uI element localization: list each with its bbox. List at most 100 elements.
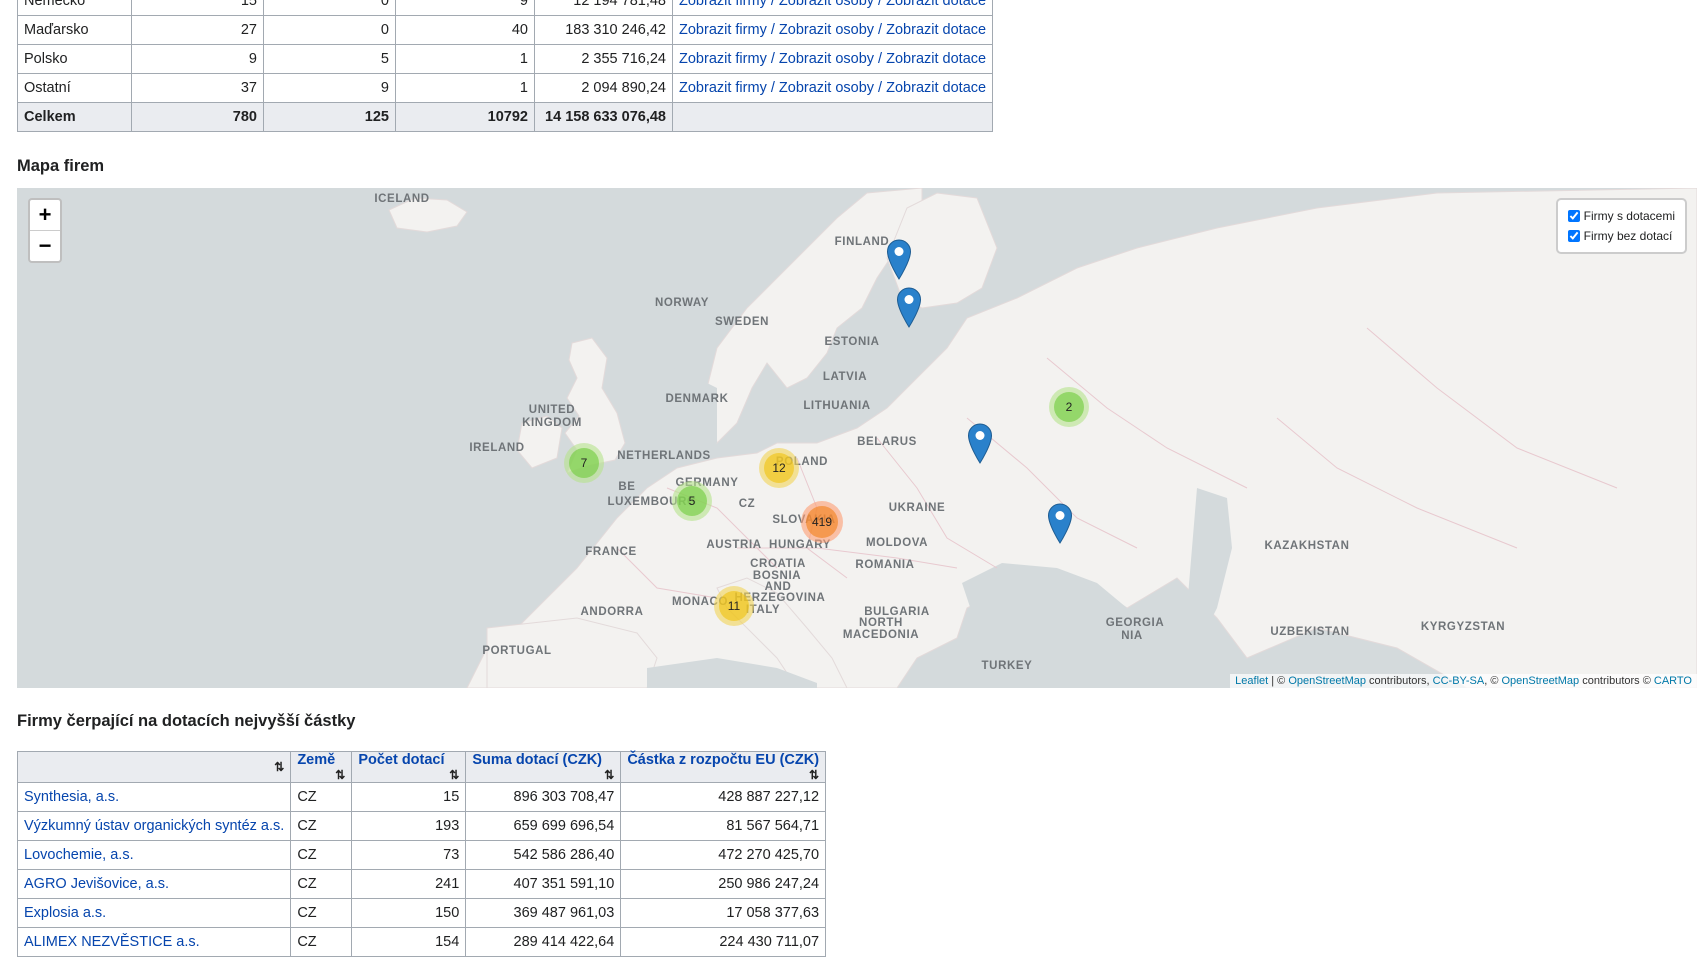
carto-link[interactable]: CARTO bbox=[1654, 675, 1692, 687]
map-attribution: Leaflet | © OpenStreetMap contributors, … bbox=[1230, 674, 1697, 688]
map-country-label: SWEDEN bbox=[714, 316, 770, 328]
count-cell: 73 bbox=[351, 840, 467, 870]
show-subsidies-link[interactable]: Zobrazit dotace bbox=[886, 80, 986, 96]
count-cell: 150 bbox=[351, 898, 467, 928]
zoom-control: + − bbox=[28, 198, 62, 263]
value-cell: 12 194 781,48 bbox=[534, 0, 673, 16]
country-cell: CZ bbox=[290, 927, 353, 957]
value-cell: 9 bbox=[395, 0, 535, 16]
zoom-out-button[interactable]: − bbox=[30, 230, 60, 261]
map-pin-icon[interactable] bbox=[896, 287, 922, 328]
marker-cluster[interactable]: 7 bbox=[564, 443, 604, 483]
map-country-label: BE bbox=[618, 481, 636, 493]
zoom-in-button[interactable]: + bbox=[30, 200, 60, 230]
links-cell: Zobrazit firmy / Zobrazit osoby / Zobraz… bbox=[671, 0, 994, 16]
value-cell: 5 bbox=[263, 44, 396, 74]
value-cell: 0 bbox=[263, 0, 396, 16]
firm-link[interactable]: Výzkumný ústav organických syntéz a.s. bbox=[24, 818, 284, 834]
eu-column-header[interactable]: Částka z rozpočtu EU (CZK) ⇅ bbox=[620, 751, 827, 783]
value-cell: 780 bbox=[131, 102, 264, 132]
map-country-label: NIA bbox=[1121, 630, 1143, 642]
sum-cell: 896 303 708,47 bbox=[465, 782, 622, 812]
firm-link[interactable]: Synthesia, a.s. bbox=[24, 789, 119, 805]
eu-cell: 224 430 711,07 bbox=[620, 927, 827, 957]
license-link[interactable]: CC-BY-SA bbox=[1433, 675, 1485, 687]
attribution-text: contributors, bbox=[1366, 675, 1433, 687]
show-firms-link[interactable]: Zobrazit firmy bbox=[679, 51, 767, 67]
map-pin-icon[interactable] bbox=[967, 423, 993, 464]
table-row: Výzkumný ústav organických syntéz a.s. CZ… bbox=[16, 811, 827, 841]
link-separator: / bbox=[874, 0, 887, 9]
cluster-count: 12 bbox=[764, 453, 794, 483]
show-persons-link[interactable]: Zobrazit osoby bbox=[779, 22, 874, 38]
firm-link[interactable]: AGRO Jevišovice, a.s. bbox=[24, 876, 169, 892]
firm-link[interactable]: Explosia a.s. bbox=[24, 905, 106, 921]
country-cell: CZ bbox=[290, 840, 353, 870]
layer-with-subsidies-checkbox[interactable] bbox=[1567, 210, 1580, 222]
marker-cluster[interactable]: 12 bbox=[759, 448, 799, 488]
show-subsidies-link[interactable]: Zobrazit dotace bbox=[886, 22, 986, 38]
table-row: Explosia a.s. CZ 150 369 487 961,03 17 058 3… bbox=[16, 898, 827, 928]
show-firms-link[interactable]: Zobrazit firmy bbox=[679, 0, 767, 9]
firms-section-title: Firmy čerpající na dotacích nejvyšší čás… bbox=[17, 712, 356, 730]
layer-label: Firmy s dotacemi bbox=[1583, 209, 1675, 223]
firm-link[interactable]: ALIMEX NEZVĚSTICE a.s. bbox=[24, 934, 200, 950]
map-country-label: GEORGIA bbox=[1105, 617, 1165, 629]
total-row: Celkem 780 125 10792 14 158 633 076,48 bbox=[17, 102, 994, 132]
map-pin-icon[interactable] bbox=[1047, 503, 1073, 544]
firm-name-cell: ALIMEX NEZVĚSTICE a.s. bbox=[16, 927, 292, 957]
marker-cluster[interactable]: 11 bbox=[714, 586, 754, 626]
marker-cluster[interactable]: 5 bbox=[672, 481, 712, 521]
marker-cluster[interactable]: 2 bbox=[1049, 387, 1089, 427]
osm-link[interactable]: OpenStreetMap bbox=[1288, 675, 1366, 687]
value-cell: 40 bbox=[395, 15, 535, 45]
sum-cell: 542 586 286,40 bbox=[465, 840, 622, 870]
map-pin-icon[interactable] bbox=[886, 239, 912, 280]
link-separator: / bbox=[766, 80, 779, 96]
name-column-header[interactable]: ⇅ bbox=[16, 751, 292, 783]
map-country-label: BELARUS bbox=[857, 436, 917, 448]
sum-column-header[interactable]: Suma dotací (CZK) ⇅ bbox=[465, 751, 622, 783]
show-subsidies-link[interactable]: Zobrazit dotace bbox=[886, 0, 986, 9]
eu-cell: 250 986 247,24 bbox=[620, 869, 827, 899]
country-column-header[interactable]: Země ⇅ bbox=[290, 751, 353, 783]
map-country-label: ROMANIA bbox=[855, 559, 915, 571]
layer-without-subsidies[interactable]: Firmy bez dotací bbox=[1567, 226, 1675, 246]
eu-cell: 17 058 377,63 bbox=[620, 898, 827, 928]
sort-icon: ⇅ bbox=[449, 768, 460, 782]
column-header-label: Částka z rozpočtu EU (CZK) bbox=[627, 752, 820, 768]
companies-map[interactable]: + − Firmy s dotacemi Firmy bez dotací IC… bbox=[17, 188, 1697, 688]
map-country-label: TURKEY bbox=[981, 660, 1033, 672]
count-cell: 193 bbox=[351, 811, 467, 841]
layer-without-subsidies-checkbox[interactable] bbox=[1567, 230, 1580, 242]
map-country-label: LITHUANIA bbox=[803, 400, 871, 412]
osm-link-2[interactable]: OpenStreetMap bbox=[1501, 675, 1579, 687]
map-country-label: CZ bbox=[738, 498, 756, 510]
map-country-label: DENMARK bbox=[665, 393, 729, 405]
link-separator: / bbox=[874, 80, 887, 96]
value-cell: 37 bbox=[131, 73, 264, 103]
cluster-count: 11 bbox=[719, 591, 749, 621]
leaflet-link[interactable]: Leaflet bbox=[1235, 675, 1268, 687]
firm-name-cell: Výzkumný ústav organických syntéz a.s. bbox=[16, 811, 292, 841]
sum-cell: 289 414 422,64 bbox=[465, 927, 622, 957]
firm-link[interactable]: Lovochemie, a.s. bbox=[24, 847, 134, 863]
show-persons-link[interactable]: Zobrazit osoby bbox=[779, 80, 874, 96]
country-name: Celkem bbox=[17, 102, 132, 132]
map-country-label: CROATIA bbox=[750, 558, 806, 570]
count-column-header[interactable]: Počet dotací ⇅ bbox=[351, 751, 467, 783]
show-firms-link[interactable]: Zobrazit firmy bbox=[679, 22, 767, 38]
country-summary-table: Německo 15 0 9 12 194 781,48 Zobrazit firmy /… bbox=[17, 0, 994, 132]
show-subsidies-link[interactable]: Zobrazit dotace bbox=[886, 51, 986, 67]
show-firms-link[interactable]: Zobrazit firmy bbox=[679, 80, 767, 96]
map-country-label: NORWAY bbox=[654, 297, 710, 309]
show-persons-link[interactable]: Zobrazit osoby bbox=[779, 51, 874, 67]
count-cell: 15 bbox=[351, 782, 467, 812]
map-country-label: NETHERLANDS bbox=[617, 450, 711, 462]
marker-cluster[interactable]: 419 bbox=[801, 501, 843, 543]
map-country-label: FRANCE bbox=[585, 546, 637, 558]
show-persons-link[interactable]: Zobrazit osoby bbox=[779, 0, 874, 9]
column-header-label: Suma dotací (CZK) bbox=[472, 752, 603, 768]
layer-with-subsidies[interactable]: Firmy s dotacemi bbox=[1567, 206, 1675, 226]
value-cell: 15 bbox=[131, 0, 264, 16]
